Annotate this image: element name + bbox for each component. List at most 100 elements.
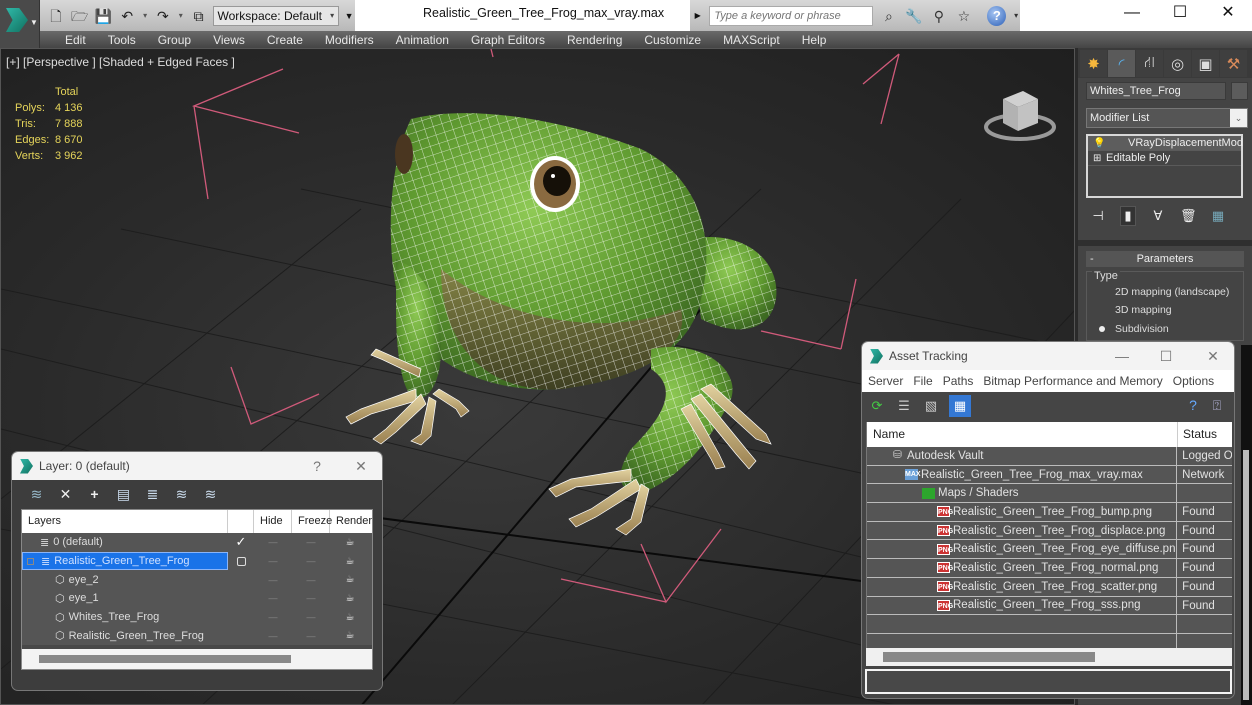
asset-row[interactable]: PNG Realistic_Green_Tree_Frog_normal.png …: [867, 559, 1232, 578]
help-button[interactable]: ?: [302, 452, 332, 480]
asset-row[interactable]: PNG Realistic_Green_Tree_Frog_displace.pn…: [867, 521, 1232, 541]
refresh-icon[interactable]: ⟳: [868, 397, 886, 415]
column-hide[interactable]: Hide: [254, 510, 292, 533]
customize-toolbar-icon[interactable]: ▼: [343, 6, 355, 26]
help-dropdown-icon[interactable]: ▾: [1012, 6, 1020, 26]
hide-toggle[interactable]: —: [254, 575, 292, 585]
freeze-toggle[interactable]: —: [292, 631, 330, 641]
dialog-title-bar[interactable]: Layer: 0 (default) ? ✕: [12, 452, 382, 480]
context-help-icon[interactable]: ⍰: [1208, 397, 1226, 415]
menu-file[interactable]: File: [913, 374, 932, 388]
modifier-stack-item[interactable]: ⊞ Editable Poly: [1088, 151, 1241, 166]
column-status[interactable]: Status: [1178, 422, 1217, 447]
menu-customize[interactable]: Customize: [633, 32, 712, 48]
asset-row[interactable]: PNG Realistic_Green_Tree_Frog_scatter.png…: [867, 577, 1232, 597]
column-render[interactable]: Render: [330, 510, 372, 533]
column-name[interactable]: Name: [867, 422, 1178, 447]
new-layer-icon[interactable]: ≋: [27, 486, 46, 503]
redo-icon[interactable]: ↷: [153, 6, 173, 26]
radio-3d-mapping[interactable]: 3D mapping: [1099, 304, 1172, 316]
menu-bitmap-performance[interactable]: Bitmap Performance and Memory: [983, 374, 1162, 388]
render-teapot-icon[interactable]: ☕: [330, 574, 370, 585]
horizontal-scrollbar[interactable]: [22, 649, 372, 669]
asset-row[interactable]: ■ Maps / Shaders: [867, 484, 1232, 504]
layer-settings-icon[interactable]: ≋: [201, 486, 220, 503]
help-icon[interactable]: ?: [1184, 397, 1202, 415]
current-layer-checkmark-icon[interactable]: ✓: [228, 534, 254, 550]
asset-row[interactable]: ⛁ Autodesk Vault Logged O: [867, 447, 1232, 466]
undo-dropdown-icon[interactable]: ▾: [141, 6, 149, 26]
menu-tools[interactable]: Tools: [97, 32, 147, 48]
dialog-title-bar[interactable]: Asset Tracking — ☐ ✕: [862, 342, 1234, 370]
menu-modifiers[interactable]: Modifiers: [314, 32, 385, 48]
motion-icon[interactable]: ◎: [1164, 50, 1191, 77]
object-color-swatch[interactable]: [1231, 82, 1248, 100]
object-row[interactable]: ⬡ Whites_Tree_Frog — — ☕: [22, 608, 372, 627]
app-menu-button[interactable]: ▼: [0, 0, 40, 48]
hide-toggle[interactable]: —: [254, 631, 292, 641]
table-view-icon[interactable]: ▦: [949, 395, 971, 417]
column-freeze[interactable]: Freeze: [292, 510, 332, 533]
minimize-button[interactable]: —: [1107, 342, 1137, 370]
menu-rendering[interactable]: Rendering: [556, 32, 633, 48]
asset-row[interactable]: PNG Realistic_Green_Tree_Frog_bump.png Fo…: [867, 503, 1232, 522]
column-current[interactable]: [228, 510, 254, 533]
render-teapot-icon[interactable]: ☕: [330, 593, 370, 604]
render-teapot-icon[interactable]: ☕: [330, 630, 370, 641]
modify-icon[interactable]: ◜: [1108, 50, 1135, 77]
render-teapot-icon[interactable]: ☕: [330, 612, 370, 623]
binoculars-icon[interactable]: ⌕: [879, 6, 898, 26]
close-button[interactable]: ✕: [1204, 0, 1252, 28]
delete-layer-icon[interactable]: ✕: [56, 486, 75, 503]
star-icon[interactable]: ☆: [954, 6, 973, 26]
maximize-button[interactable]: ☐: [1151, 342, 1181, 370]
menu-server[interactable]: Server: [868, 374, 903, 388]
pin-stack-icon[interactable]: ⊣: [1090, 208, 1106, 224]
save-icon[interactable]: 💾: [94, 6, 114, 26]
project-folder-icon[interactable]: ⧉: [189, 6, 209, 26]
hide-toggle[interactable]: —: [254, 556, 292, 566]
asset-row[interactable]: PNG Realistic_Green_Tree_Frog_sss.png Fou…: [867, 596, 1232, 616]
menu-create[interactable]: Create: [256, 32, 314, 48]
menu-group[interactable]: Group: [147, 32, 202, 48]
collapse-icon[interactable]: [27, 557, 34, 565]
menu-edit[interactable]: Edit: [54, 32, 97, 48]
open-folder-icon[interactable]: 🗁: [70, 6, 90, 26]
plus-box-icon[interactable]: ⊞: [1093, 151, 1101, 166]
radio-2d-mapping[interactable]: 2D mapping (landscape): [1099, 286, 1229, 298]
list-view-icon[interactable]: ☰: [895, 397, 913, 415]
show-end-result-icon[interactable]: ▮: [1120, 206, 1136, 226]
help-icon[interactable]: ?: [987, 5, 1007, 26]
object-row[interactable]: ⬡ Realistic_Green_Tree_Frog — — ☕: [22, 626, 372, 645]
maximize-button[interactable]: ☐: [1156, 0, 1204, 28]
scrollbar-thumb[interactable]: [1243, 450, 1249, 700]
configure-modifier-sets-icon[interactable]: ▦: [1210, 208, 1226, 224]
utilities-icon[interactable]: ⚒: [1220, 50, 1247, 77]
remove-modifier-icon[interactable]: 🗑: [1180, 208, 1197, 224]
modifier-list-dropdown[interactable]: Modifier List ⌄: [1086, 108, 1248, 128]
horizontal-scrollbar[interactable]: [866, 648, 1232, 666]
close-button[interactable]: ✕: [1198, 342, 1228, 370]
freeze-toggle[interactable]: —: [292, 612, 330, 622]
menu-graph-editors[interactable]: Graph Editors: [460, 32, 556, 48]
column-layers[interactable]: Layers: [22, 510, 228, 533]
asset-row[interactable]: MAX Realistic_Green_Tree_Frog_max_vray.ma…: [867, 465, 1232, 485]
add-to-layer-icon[interactable]: +: [85, 486, 104, 502]
freeze-toggle[interactable]: —: [292, 593, 330, 603]
communication-center-icon[interactable]: ⚲: [929, 6, 948, 26]
select-objects-icon[interactable]: ▤: [114, 486, 133, 503]
new-file-icon[interactable]: 🗋: [46, 6, 66, 26]
hierarchy-icon[interactable]: ⛙: [1136, 50, 1163, 77]
object-name-field[interactable]: Whites_Tree_Frog: [1086, 82, 1226, 100]
freeze-toggle[interactable]: —: [292, 537, 330, 547]
asset-path-field[interactable]: [865, 669, 1232, 694]
redo-dropdown-icon[interactable]: ▾: [177, 6, 185, 26]
freeze-toggle[interactable]: —: [292, 575, 330, 585]
render-teapot-icon[interactable]: ☕: [330, 556, 370, 567]
viewcube[interactable]: [983, 79, 1063, 149]
undo-icon[interactable]: ↶: [117, 6, 137, 26]
create-icon[interactable]: ✸: [1080, 50, 1107, 77]
object-row[interactable]: ⬡ eye_1 — — ☕: [22, 589, 372, 608]
highlight-layer-icon[interactable]: ≋: [172, 486, 191, 503]
close-button[interactable]: ✕: [346, 452, 376, 480]
